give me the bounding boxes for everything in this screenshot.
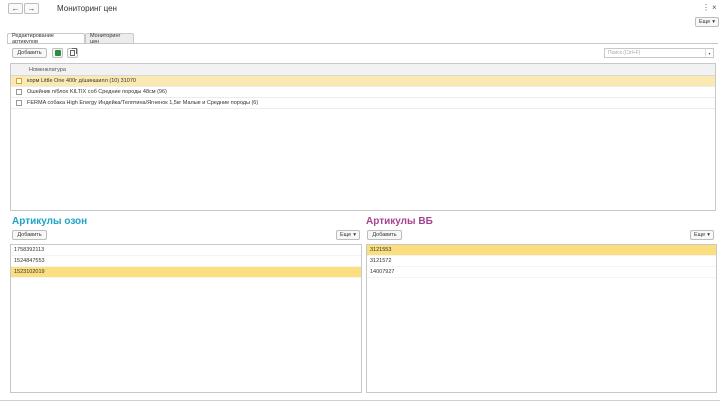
close-icon[interactable]: × [712,3,717,12]
table-row[interactable]: корм Little One 400г д/шиншилл (10) 3107… [11,76,715,87]
chevron-down-icon[interactable]: ▾ [705,49,713,57]
chevron-down-icon: ▾ [707,232,710,238]
table-row[interactable]: FERMA собака High Energy Индейка/Телятин… [11,98,715,109]
list-item[interactable]: 1524847553 [11,256,361,267]
nomenclature-name: корм Little One 400г д/шиншилл (10) 3107… [27,78,136,84]
list-item[interactable]: 3121553 [367,245,716,256]
form-more-label: Еще [699,19,711,25]
ozon-more-button[interactable]: Еще ▾ [336,230,360,240]
bottom-divider [0,400,720,401]
list-item[interactable]: 14007927 [367,267,716,278]
wb-more-label: Еще [694,232,706,238]
ozon-articles-list: 1758392113 1524847553 1523102019 [10,244,362,393]
more-vertical-icon[interactable]: ⋮ [702,3,710,12]
nomenclature-table: Номенклатура корм Little One 400г д/шинш… [10,63,716,211]
list-item[interactable]: 1758392113 [11,245,361,256]
excel-export-button[interactable] [52,48,63,58]
chevron-down-icon: ▾ [712,19,715,25]
search-placeholder: Поиск (Ctrl+F) [608,50,641,56]
back-button[interactable]: ← [8,3,23,14]
list-item[interactable]: 3121572 [367,256,716,267]
ozon-more-label: Еще [340,232,352,238]
ozon-section-title: Артикулы озон [12,216,88,227]
row-checkbox[interactable] [16,89,22,95]
copy-button[interactable] [67,48,78,58]
nomenclature-name: FERMA собака High Energy Индейка/Телятин… [27,100,259,106]
row-checkbox[interactable] [16,100,22,106]
form-more-button[interactable]: Еще ▾ [695,17,719,27]
search-input[interactable]: Поиск (Ctrl+F) ▾ [604,48,714,58]
nomenclature-name: Ошейник п/блох KILTIX соб Средние породы… [27,89,167,95]
copy-icon [70,50,75,56]
forward-button[interactable]: → [24,3,39,14]
column-header-nomenclature: Номенклатура [29,66,66,73]
list-item[interactable]: 1523102019 [11,267,361,278]
add-nomenclature-button[interactable]: Добавить [12,48,47,58]
wb-articles-list: 3121553 3121572 14007927 [366,244,717,393]
wb-more-button[interactable]: Еще ▾ [690,230,714,240]
row-checkbox[interactable] [16,78,22,84]
add-wb-button[interactable]: Добавить [367,230,402,240]
table-header: Номенклатура [11,64,715,76]
excel-icon [54,50,61,56]
tab-price-monitoring[interactable]: Мониторинг цен [85,33,134,45]
add-ozon-button[interactable]: Добавить [12,230,47,240]
wb-section-title: Артикулы ВБ [366,216,433,227]
table-row[interactable]: Ошейник п/блох KILTIX соб Средние породы… [11,87,715,98]
tab-divider [7,43,718,44]
page-title: Мониторинг цен [57,4,117,13]
arrow-left-icon: ← [11,4,20,13]
arrow-right-icon: → [27,4,36,13]
chevron-down-icon: ▾ [353,232,356,238]
